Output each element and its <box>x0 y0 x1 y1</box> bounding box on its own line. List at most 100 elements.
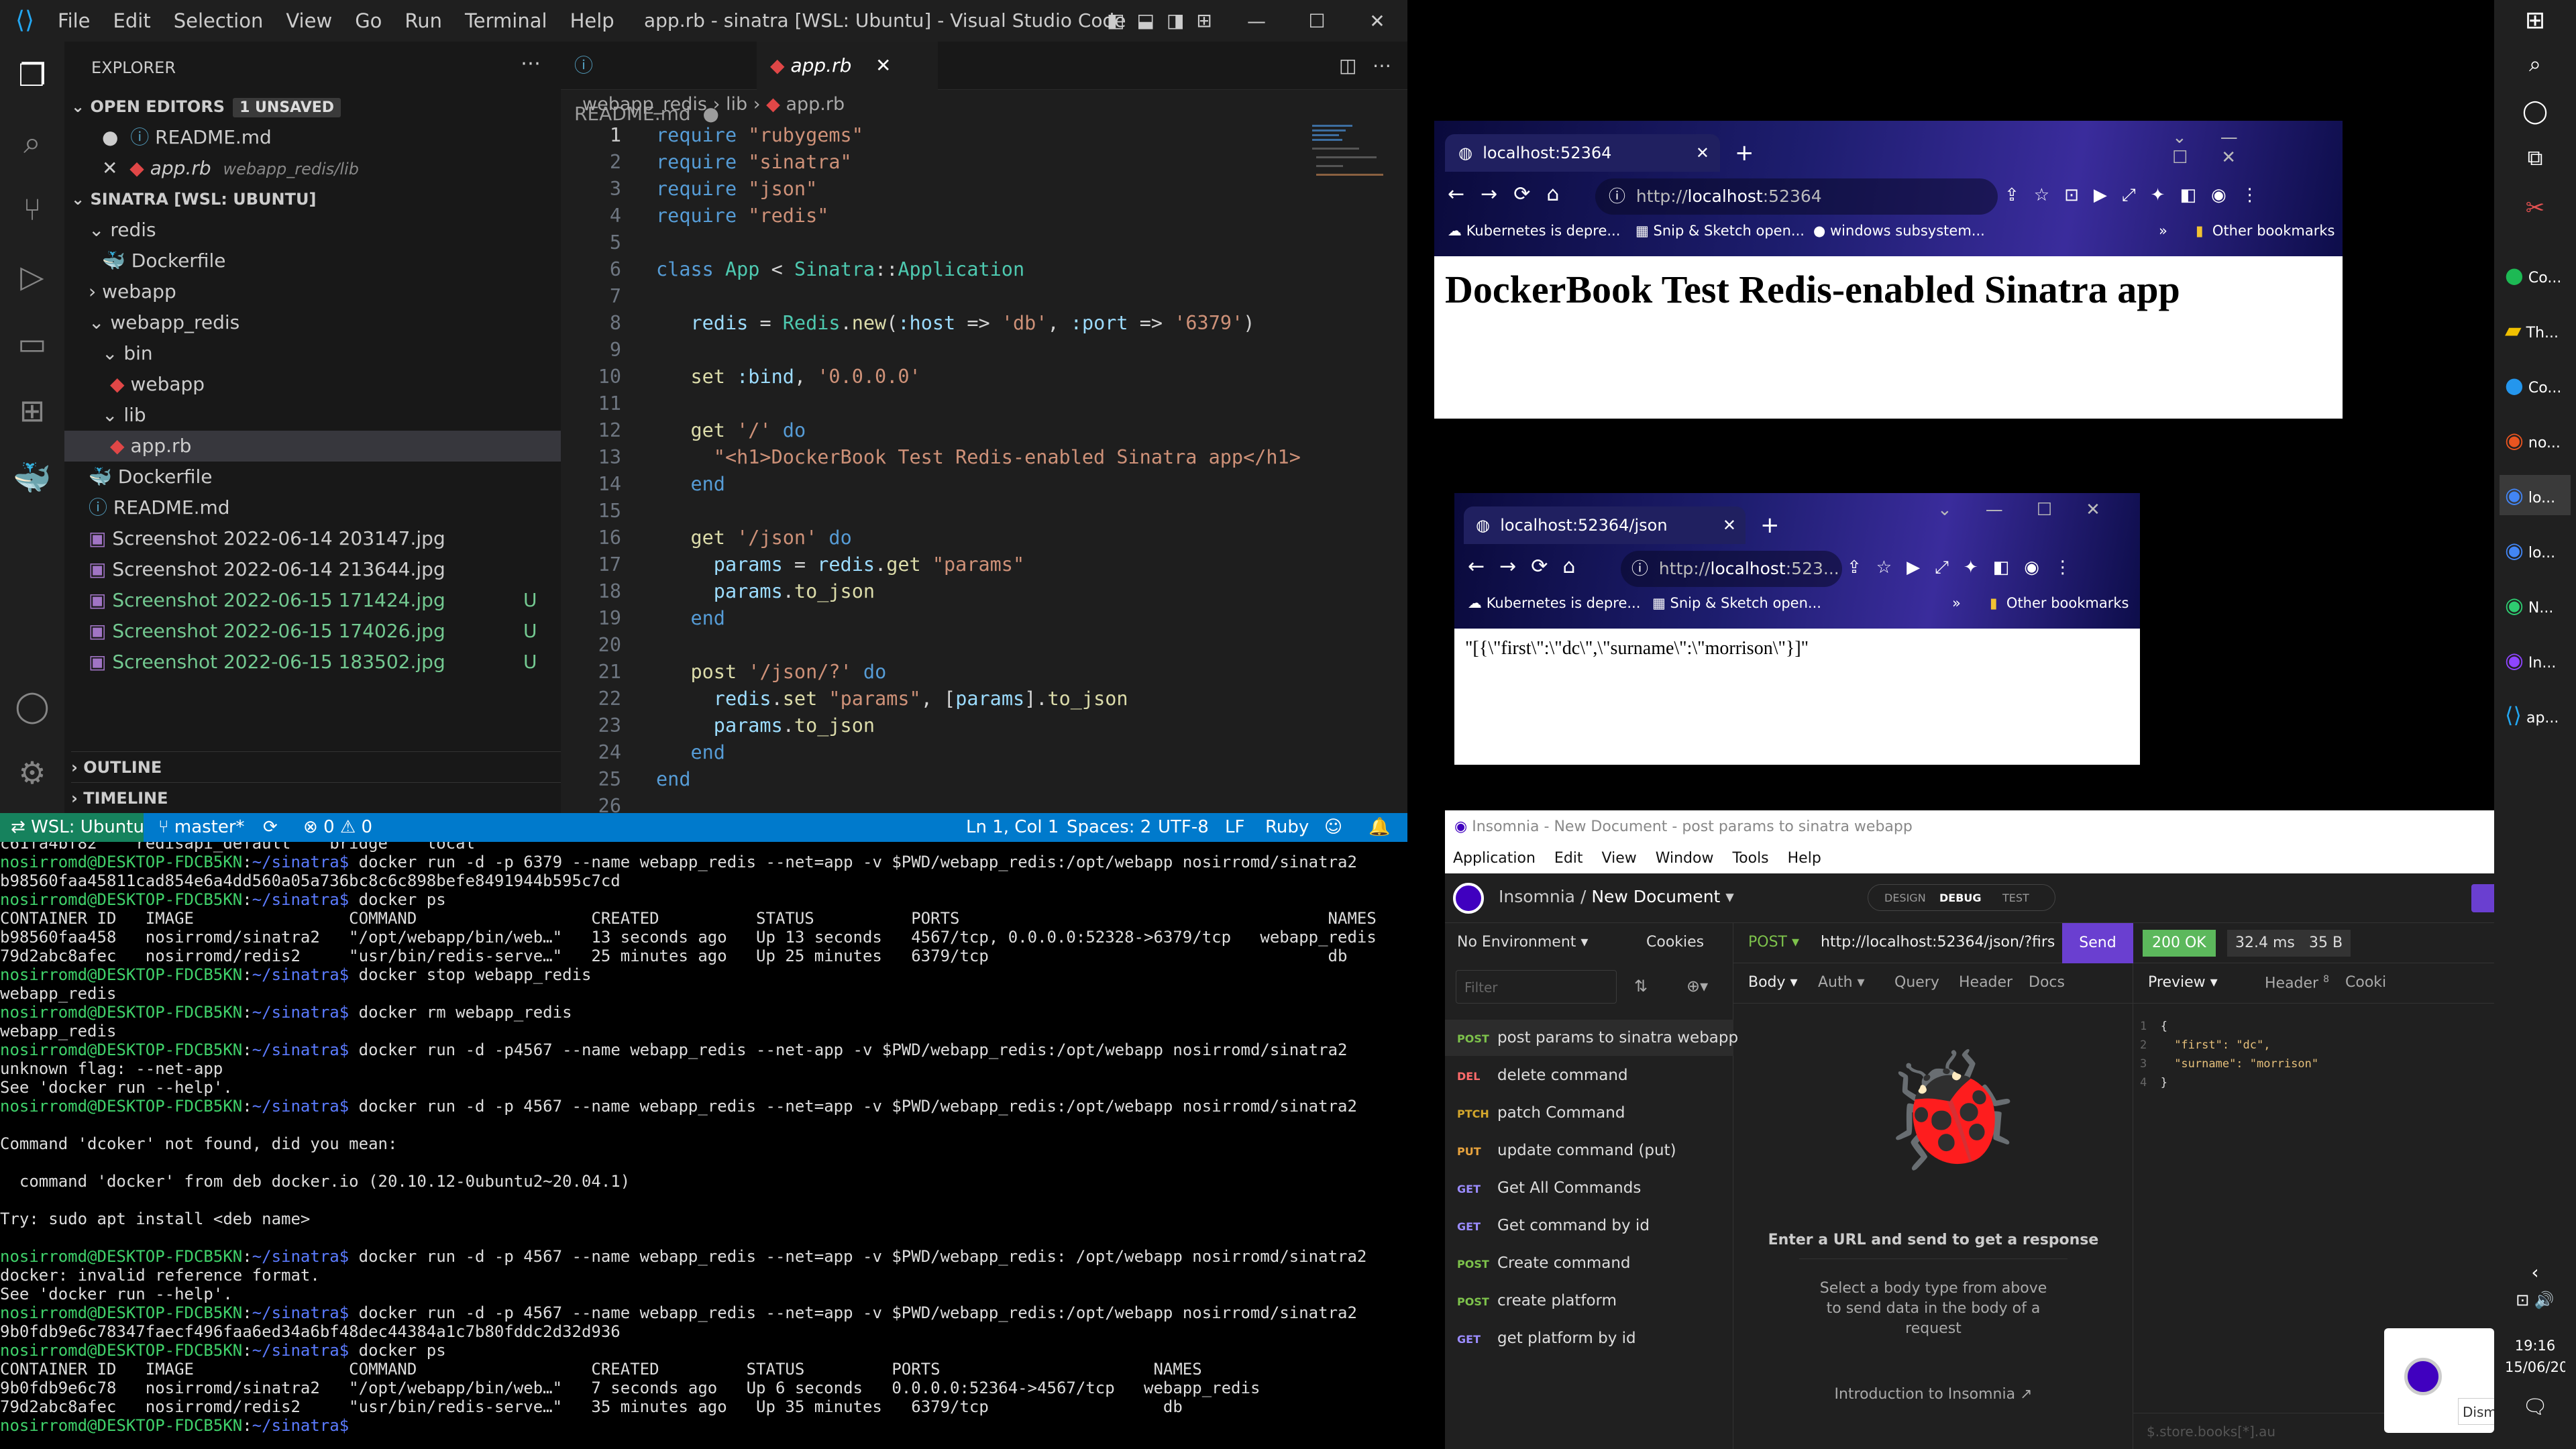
file-screenshot-3[interactable]: ▣ Screenshot 2022-06-15 171424.jpg <box>89 585 445 616</box>
file-dockerfile[interactable]: 🐳 Dockerfile <box>89 462 212 492</box>
git-branch[interactable]: ⑂ master* <box>158 813 245 842</box>
toggle-secondary-sidebar-icon[interactable]: ◨ <box>1167 9 1184 32</box>
folder-webapp-redis[interactable]: ⌄ webapp_redis <box>89 307 239 338</box>
remote-indicator[interactable]: ⇄ WSL: Ubuntu <box>0 813 144 842</box>
feedback-icon[interactable]: ☺ <box>1324 813 1342 842</box>
bookmark-item[interactable]: ▦ Snip & Sketch open... <box>1635 223 1805 239</box>
toggle-sidebar-icon[interactable]: ◧ <box>1107 9 1124 32</box>
dismiss-button[interactable]: Dism <box>2458 1398 2498 1425</box>
close-tab-icon[interactable]: ✕ <box>875 54 891 76</box>
close-tab-icon[interactable]: ✕ <box>1723 506 1736 544</box>
search-icon[interactable]: ⌕ <box>2505 51 2565 91</box>
taskbar-app-docker[interactable]: ● Co... <box>2505 365 2565 405</box>
tab-query[interactable]: Query <box>1894 974 1939 991</box>
account-button[interactable] <box>2471 884 2494 912</box>
menu-terminal[interactable]: Terminal <box>465 9 547 32</box>
maximize-button[interactable]: ☐ <box>1287 10 1347 32</box>
action-center-icon[interactable]: 🗨 <box>2505 1395 2565 1436</box>
file-screenshot-5[interactable]: ▣ Screenshot 2022-06-15 183502.jpg <box>89 647 445 678</box>
window-controls[interactable]: ⌄—☐✕ <box>1937 500 2134 520</box>
request-item[interactable]: GET get platform by id <box>1445 1320 1733 1356</box>
language-mode[interactable]: Ruby <box>1265 813 1309 842</box>
nav-buttons[interactable]: ←→⟳⌂ <box>1448 182 1575 206</box>
taskbar-app-insomnia[interactable]: ◉ In... <box>2505 640 2565 680</box>
environment-selector[interactable]: No Environment ▾ <box>1457 934 1588 951</box>
bookmark-item[interactable]: ☁ Kubernetes is depre... <box>1448 223 1620 239</box>
menu-window[interactable]: Window <box>1656 850 1714 867</box>
tab-response-header[interactable]: Header 8 <box>2265 974 2329 991</box>
new-tab-button[interactable]: + <box>1735 140 1754 166</box>
menu-application[interactable]: Application <box>1453 850 1536 867</box>
menu-run[interactable]: Run <box>405 9 442 32</box>
method-selector[interactable]: POST ▾ <box>1748 934 1799 951</box>
file-screenshot-2[interactable]: ▣ Screenshot 2022-06-14 213644.jpg <box>89 554 445 585</box>
folder-redis[interactable]: ⌄ redis <box>89 215 156 246</box>
menu-help[interactable]: Help <box>1788 850 1821 867</box>
toolbar-icons[interactable]: ⇪☆⊡▶⤢✦◧◉⋮ <box>2004 185 2273 206</box>
tab-header[interactable]: Header <box>1959 974 2012 991</box>
mode-switch[interactable]: DESIGN DEBUG TEST <box>1868 884 2055 911</box>
nav-buttons[interactable]: ←→⟳⌂ <box>1468 555 1590 578</box>
response-body[interactable]: 1 {2 "first": "dc", 3 "surname": "morriso… <box>2133 1010 2494 1144</box>
bookmarks-overflow-icon[interactable]: » <box>1952 595 1961 611</box>
settings-gear-icon[interactable]: ⚙ <box>12 753 52 793</box>
mode-design[interactable]: DESIGN <box>1884 885 1926 912</box>
indentation[interactable]: Spaces: 2 <box>1067 813 1151 842</box>
address-bar[interactable]: ⓘ http://localhost:52364 <box>1595 178 1998 215</box>
line-ending[interactable]: LF <box>1225 813 1244 842</box>
request-item[interactable]: GET Get command by id <box>1445 1208 1733 1244</box>
more-actions-icon[interactable]: ⋯ <box>1359 42 1405 90</box>
cookies-button[interactable]: Cookies <box>1646 934 1704 951</box>
tab-app-rb[interactable]: ◆ app.rb ✕ <box>757 42 938 90</box>
remote-explorer-icon[interactable]: ▭ <box>12 323 52 364</box>
file-webapp[interactable]: ◆ webapp <box>110 369 205 400</box>
docker-icon[interactable]: 🐳 <box>12 458 52 498</box>
mode-debug[interactable]: DEBUG <box>1939 885 1982 912</box>
breadcrumb-item[interactable]: app.rb <box>786 94 845 115</box>
file-screenshot-1[interactable]: ▣ Screenshot 2022-06-14 203147.jpg <box>89 523 445 554</box>
menu-selection[interactable]: Selection <box>174 9 264 32</box>
timeline-section[interactable]: › TIMELINE <box>71 782 561 813</box>
new-tab-button[interactable]: + <box>1760 512 1780 539</box>
folder-lib[interactable]: ⌄ lib <box>102 400 146 431</box>
menu-tools[interactable]: Tools <box>1732 850 1768 867</box>
run-debug-icon[interactable]: ▷ <box>12 256 52 297</box>
file-app-rb[interactable]: ◆ app.rb <box>64 431 561 462</box>
send-button[interactable]: Send <box>2062 923 2133 963</box>
breadcrumb[interactable]: Insomnia / New Document ▾ <box>1499 887 1734 906</box>
more-actions-icon[interactable]: ⋯ <box>521 48 541 79</box>
menu-help[interactable]: Help <box>570 9 614 32</box>
bookmark-item[interactable]: ● windows subsystem... <box>1813 223 1985 239</box>
menu-view[interactable]: View <box>1602 850 1637 867</box>
browser-tab[interactable]: ◍ localhost:52364 ✕ <box>1445 134 1720 172</box>
tab-docs[interactable]: Docs <box>2029 974 2065 991</box>
extensions-icon[interactable]: ⊞ <box>12 390 52 431</box>
address-bar[interactable]: ⓘ http://localhost:523... <box>1621 551 1842 587</box>
accounts-icon[interactable]: ◯ <box>12 686 52 726</box>
url-input[interactable]: http://localhost:52364/json/?first=dc&su… <box>1821 934 2055 951</box>
window-controls[interactable]: ⌄—☐✕ <box>2172 127 2343 168</box>
bookmark-item[interactable]: ☁ Kubernetes is depre... <box>1468 595 1640 611</box>
sort-icon[interactable]: ⇅ <box>1634 977 1648 996</box>
task-view-icon[interactable]: ⧉ <box>2505 145 2565 185</box>
snip-sketch-icon[interactable]: ✂ <box>2505 195 2565 235</box>
menu-file[interactable]: File <box>58 9 91 32</box>
folder-webapp[interactable]: › webapp <box>89 276 176 307</box>
menu-edit[interactable]: Edit <box>113 9 151 32</box>
add-request-icon[interactable]: ⊕▾ <box>1686 977 1708 996</box>
intro-link[interactable]: Introduction to Insomnia ↗ <box>1733 1386 2133 1403</box>
request-item[interactable]: POST create platform <box>1445 1283 1733 1319</box>
encoding[interactable]: UTF-8 <box>1158 813 1209 842</box>
tab-cookies[interactable]: Cooki <box>2345 974 2386 991</box>
open-editor-readme[interactable]: ● ⓘ README.md <box>102 122 272 153</box>
notification-toast[interactable]: Dism <box>2384 1328 2498 1433</box>
mode-test[interactable]: TEST <box>2002 885 2029 912</box>
breadcrumb-item[interactable]: webapp_redis <box>582 94 707 115</box>
notifications-bell-icon[interactable]: 🔔 <box>1368 813 1390 842</box>
outline-section[interactable]: › OUTLINE <box>71 751 561 782</box>
close-icon[interactable]: ✕ <box>102 157 117 179</box>
request-item[interactable]: GET Get All Commands <box>1445 1170 1733 1206</box>
breadcrumb-item[interactable]: lib <box>726 94 747 115</box>
bookmark-item[interactable]: ▦ Snip & Sketch open... <box>1652 595 1821 611</box>
request-item[interactable]: PUT update command (put) <box>1445 1132 1733 1169</box>
